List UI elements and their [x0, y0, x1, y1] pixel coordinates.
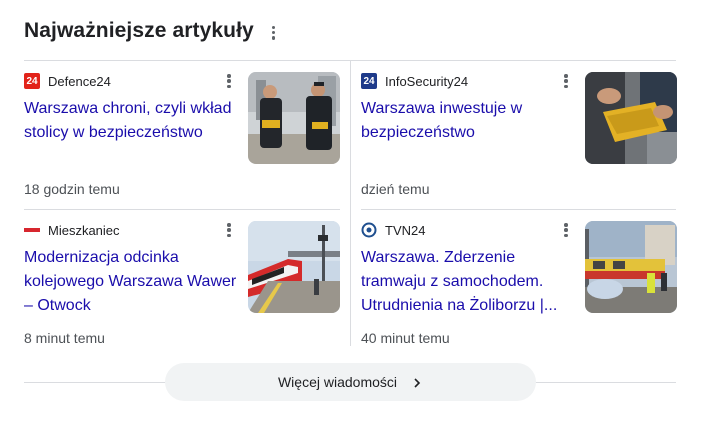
article-card[interactable]: 24 InfoSecurity24 Warszawa inwestuje w b… — [361, 60, 677, 200]
section-header: Najważniejsze artykuły — [24, 14, 276, 48]
source-name: Defence24 — [48, 73, 111, 89]
article-card[interactable]: 24 Defence24 Warszawa chroni, czyli wkła… — [24, 60, 340, 200]
article-timestamp: 8 minut temu — [24, 330, 105, 346]
article-thumbnail[interactable] — [585, 221, 677, 313]
source-name: InfoSecurity24 — [385, 73, 469, 89]
article-source: 24 InfoSecurity24 — [361, 73, 468, 89]
article-thumbnail[interactable] — [585, 72, 677, 164]
column-divider — [350, 61, 351, 346]
article-options-icon[interactable] — [564, 223, 568, 237]
tvn24-favicon-icon — [361, 222, 377, 238]
article-source: TVN24 — [361, 222, 425, 238]
article-options-icon[interactable] — [564, 74, 568, 88]
defence24-favicon-icon: 24 — [24, 73, 40, 89]
article-title-link[interactable]: Warszawa inwestuje w bezpieczeństwo — [361, 97, 577, 145]
infosecurity24-favicon-icon: 24 — [361, 73, 377, 89]
article-title-link[interactable]: Warszawa. Zderzenie tramwaju z samochode… — [361, 246, 577, 318]
more-news-section: Więcej wiadomości — [24, 363, 676, 401]
more-news-button[interactable]: Więcej wiadomości — [165, 363, 536, 401]
section-title: Najważniejsze artykuły — [24, 19, 254, 42]
article-source: Mieszkaniec — [24, 222, 120, 238]
article-thumbnail[interactable] — [248, 72, 340, 164]
article-card[interactable]: TVN24 Warszawa. Zderzenie tramwaju z sam… — [361, 209, 677, 349]
article-title-link[interactable]: Modernizacja odcinka kolejowego Warszawa… — [24, 246, 240, 318]
source-name: Mieszkaniec — [48, 222, 120, 238]
article-card[interactable]: Mieszkaniec Modernizacja odcinka kolejow… — [24, 209, 340, 349]
article-options-icon[interactable] — [227, 74, 231, 88]
article-timestamp: 40 minut temu — [361, 330, 450, 346]
chevron-right-icon — [411, 376, 423, 388]
article-title-link[interactable]: Warszawa chroni, czyli wkład stolicy w b… — [24, 97, 240, 145]
more-options-icon[interactable] — [271, 25, 276, 40]
article-options-icon[interactable] — [227, 223, 231, 237]
article-timestamp: 18 godzin temu — [24, 181, 120, 197]
article-source: 24 Defence24 — [24, 73, 111, 89]
mieszkaniec-favicon-icon — [24, 222, 40, 238]
article-thumbnail[interactable] — [248, 221, 340, 313]
source-name: TVN24 — [385, 222, 426, 238]
article-timestamp: dzień temu — [361, 181, 430, 197]
more-news-label: Więcej wiadomości — [277, 374, 398, 390]
